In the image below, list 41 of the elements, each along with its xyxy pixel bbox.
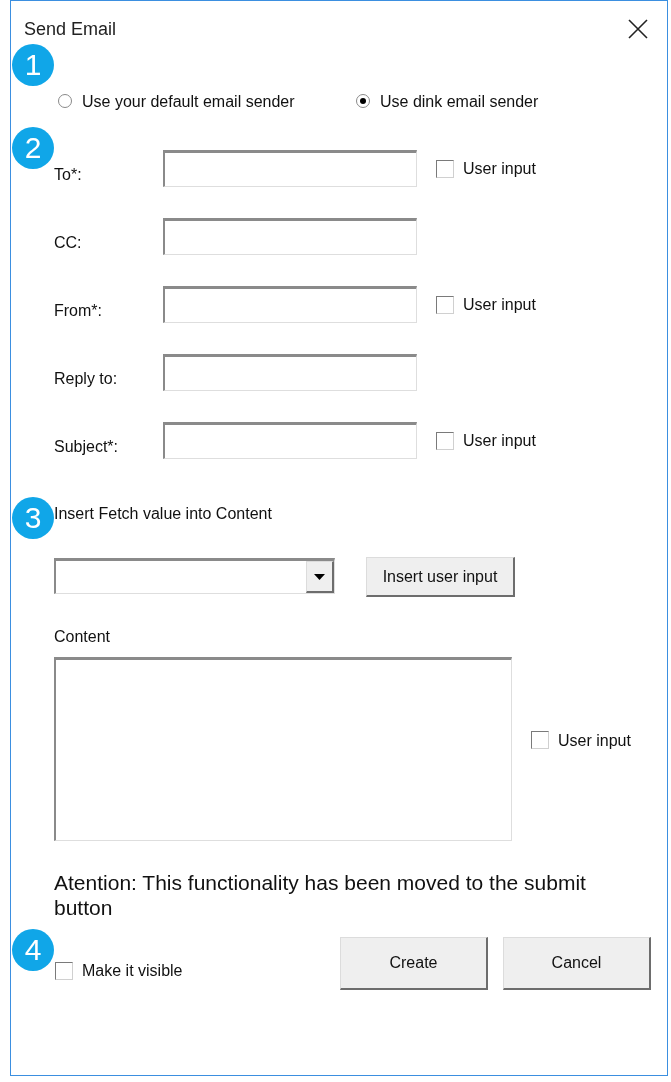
content-field[interactable]	[54, 657, 512, 841]
section-label: Content	[54, 627, 112, 646]
field-label: Subject*:	[54, 437, 120, 456]
checkbox-label: Make it visible	[82, 961, 183, 980]
text-field[interactable]	[163, 150, 417, 187]
text-field[interactable]	[163, 286, 417, 323]
window-title: Send Email	[24, 17, 117, 41]
checkbox[interactable]	[436, 431, 454, 450]
dialog-button[interactable]: Create	[340, 937, 488, 990]
radio-label: Use dink email sender	[380, 91, 539, 111]
dropdown-button[interactable]	[306, 561, 334, 593]
checkbox[interactable]	[55, 961, 73, 980]
close-icon	[628, 19, 648, 39]
checkbox[interactable]	[436, 159, 454, 178]
checkbox-label: User input	[558, 730, 631, 750]
text-field[interactable]	[163, 354, 417, 391]
insert-button[interactable]: Insert user input	[366, 557, 515, 597]
text-field[interactable]	[163, 218, 417, 255]
checkbox[interactable]	[436, 295, 454, 314]
dialog-button[interactable]: Cancel	[503, 937, 651, 990]
checkbox-label: User input	[463, 159, 536, 178]
close-button[interactable]	[627, 18, 649, 40]
radio-button[interactable]	[356, 94, 370, 108]
step-marker: 4	[12, 929, 54, 971]
step-marker: 1	[12, 44, 54, 86]
step-marker: 3	[12, 497, 54, 539]
radio-button[interactable]	[58, 94, 72, 108]
section-label: Insert Fetch value into Content	[54, 504, 273, 523]
field-label: CC:	[54, 233, 83, 252]
field-label: Reply to:	[54, 369, 119, 388]
dropdown-field[interactable]	[54, 558, 335, 594]
checkbox-label: User input	[463, 431, 536, 450]
step-marker: 2	[12, 127, 54, 169]
radio-label: Use your default email sender	[82, 91, 295, 111]
caret-icon	[314, 573, 325, 580]
checkbox-label: User input	[463, 295, 536, 314]
text-field[interactable]	[163, 422, 417, 459]
field-label: To*:	[54, 165, 83, 184]
checkbox[interactable]	[531, 731, 549, 749]
notice-text: Atention: This functionality has been moved to the submit button	[54, 870, 587, 920]
field-label: From*:	[54, 301, 103, 320]
